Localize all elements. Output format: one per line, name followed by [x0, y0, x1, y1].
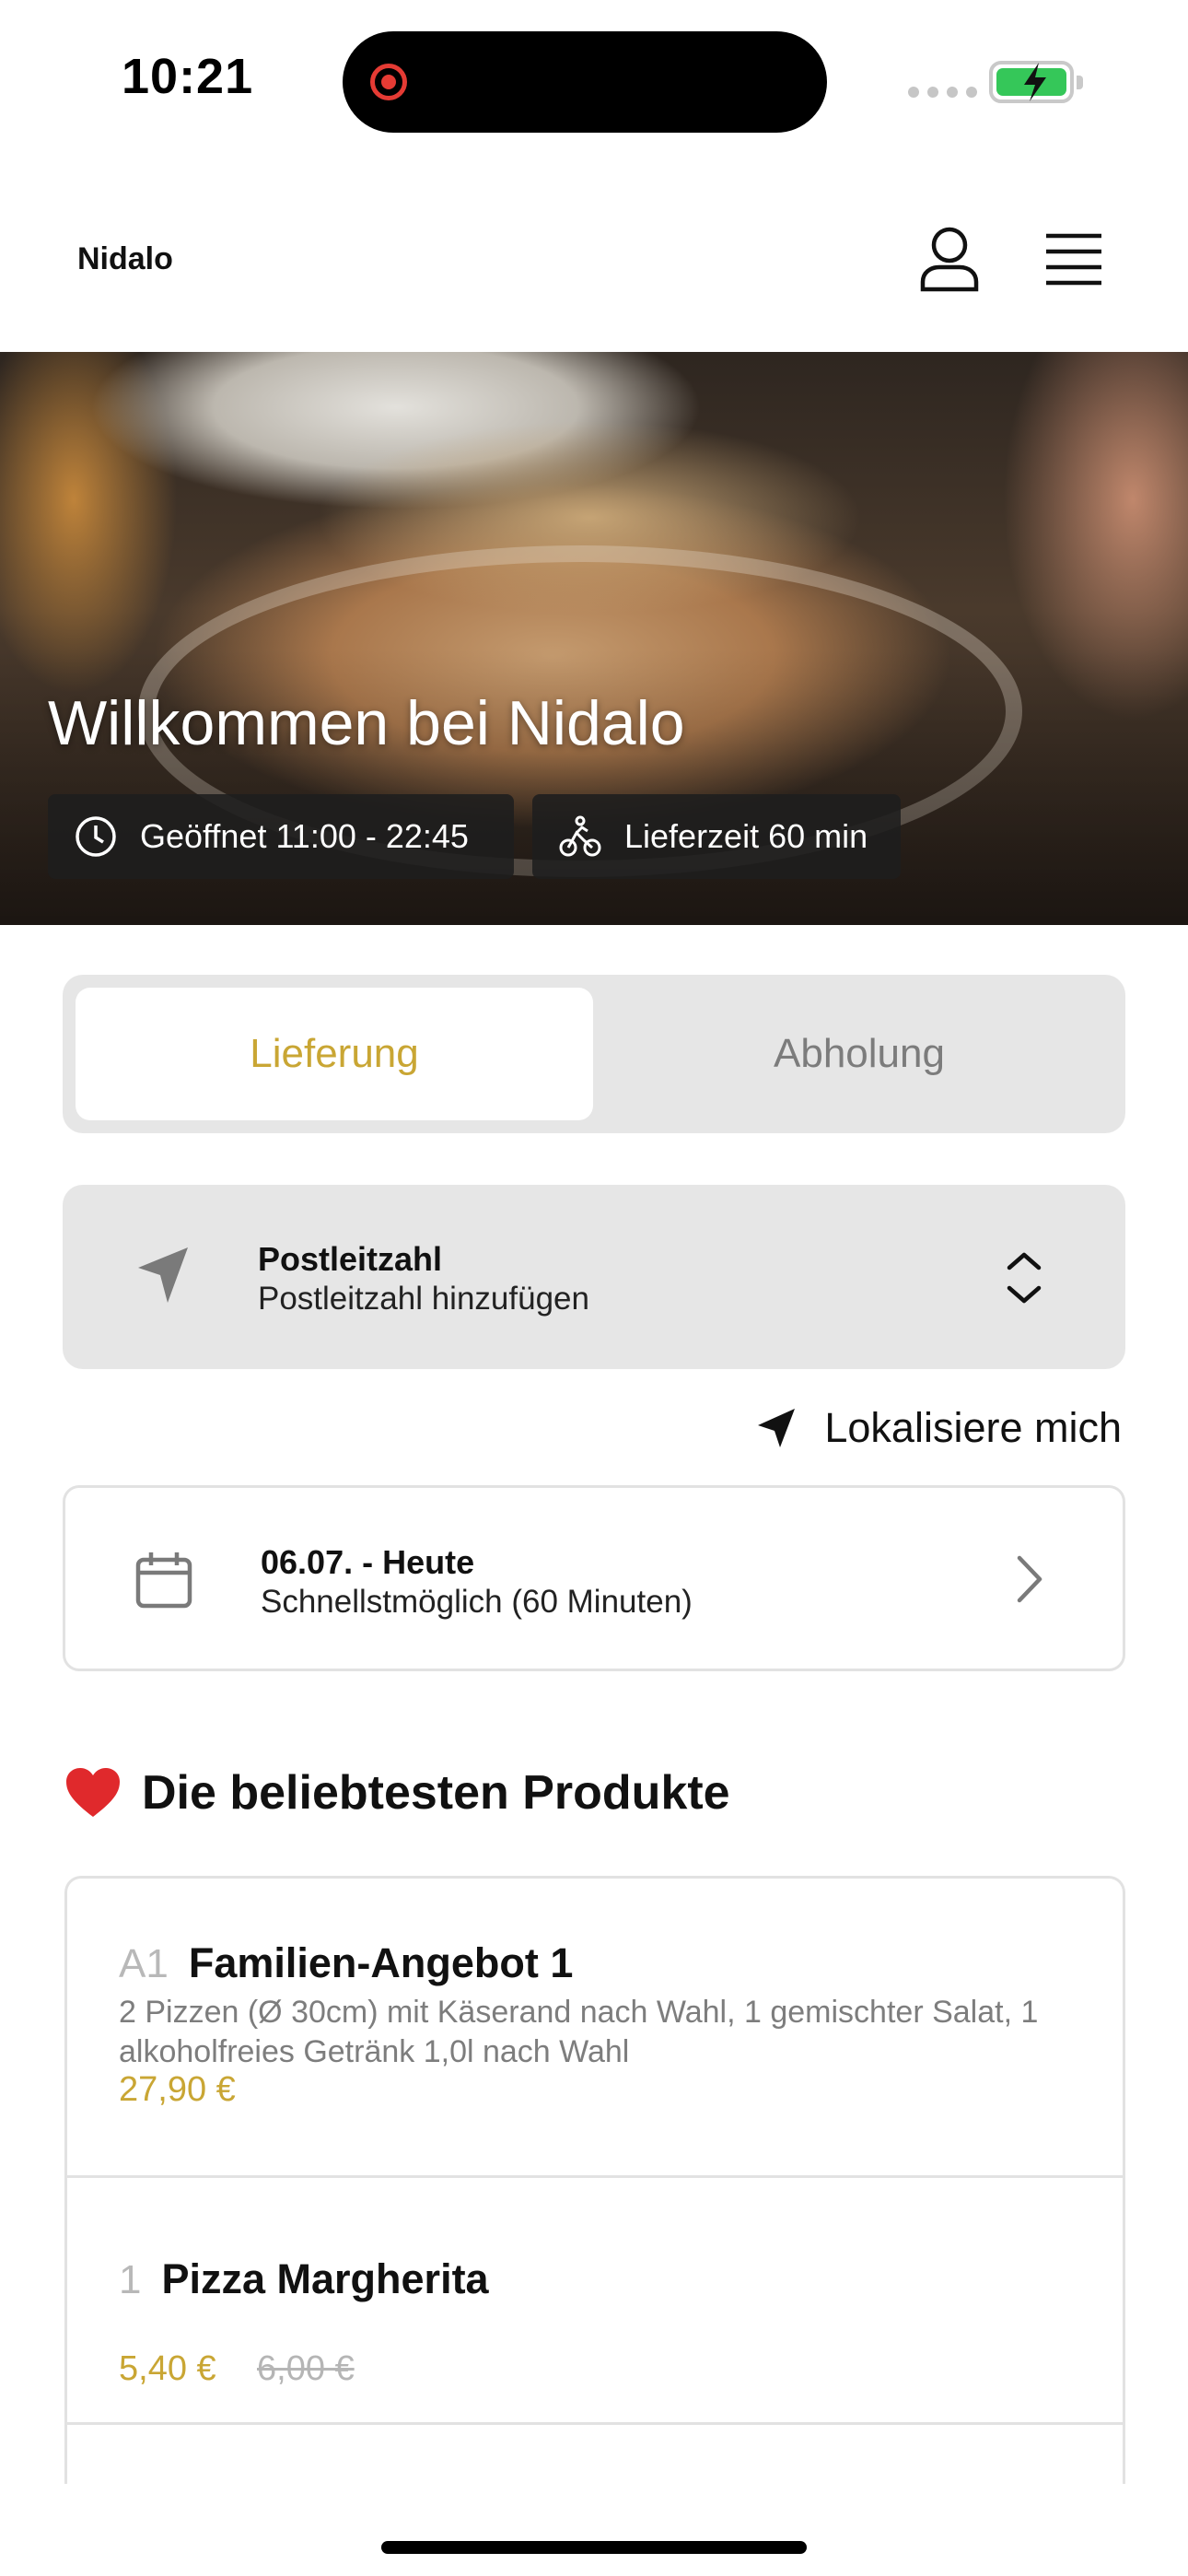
- product-item[interactable]: A1 Familien-Angebot 1 2 Pizzen (Ø 30cm) …: [67, 1879, 1123, 2178]
- delivery-time-text: Lieferzeit 60 min: [624, 817, 868, 855]
- tab-delivery[interactable]: Lieferung: [76, 988, 593, 1120]
- bike-icon: [559, 815, 601, 857]
- delivery-date: 06.07. - Heute: [261, 1543, 475, 1581]
- delivery-time-badge: Lieferzeit 60 min: [532, 794, 901, 879]
- location-arrow-icon: [758, 1409, 796, 1447]
- delivery-time: Schnellstmöglich (60 Minuten): [261, 1584, 693, 1620]
- chevron-up-down-icon: [1007, 1252, 1042, 1304]
- status-time: 10:21: [122, 49, 254, 104]
- user-icon: [920, 227, 979, 292]
- brand-name[interactable]: Nidalo: [77, 241, 173, 277]
- signal-icon: [908, 87, 977, 98]
- menu-button[interactable]: [1044, 232, 1103, 287]
- recording-indicator-icon: [370, 64, 407, 100]
- postal-code-label: Postleitzahl: [258, 1240, 443, 1278]
- account-button[interactable]: [917, 225, 982, 293]
- heart-icon: [66, 1768, 120, 1817]
- postal-code-placeholder: Postleitzahl hinzufügen: [258, 1281, 589, 1317]
- opening-hours-badge: Geöffnet 11:00 - 22:45: [48, 794, 514, 879]
- product-price: 5,40 €: [119, 2349, 216, 2388]
- product-item[interactable]: 1 Pizza Margherita 5,40 € 6,00 €: [67, 2178, 1123, 2425]
- order-mode-toggle: Lieferung Abholung: [63, 975, 1125, 1133]
- product-price: 27,90 €: [119, 2070, 236, 2109]
- navigation-arrow-icon: [138, 1247, 188, 1303]
- product-name: Pizza Margherita: [161, 2255, 489, 2302]
- app-header: Nidalo: [0, 157, 1188, 352]
- postal-code-field[interactable]: Postleitzahl Postleitzahl hinzufügen: [63, 1185, 1125, 1369]
- delivery-time-selector[interactable]: 06.07. - Heute Schnellstmöglich (60 Minu…: [63, 1485, 1125, 1671]
- product-number: A1: [119, 1941, 169, 1986]
- popular-products-heading: Die beliebtesten Produkte: [64, 1765, 730, 1821]
- calendar-icon: [135, 1552, 192, 1609]
- product-number: 1: [119, 2257, 142, 2302]
- hero-banner: Willkommen bei Nidalo Geöffnet 11:00 - 2…: [0, 352, 1188, 925]
- chevron-right-icon: [1017, 1555, 1042, 1603]
- locate-me-label: Lokalisiere mich: [824, 1404, 1122, 1451]
- locate-me-button[interactable]: Lokalisiere mich: [756, 1400, 1122, 1456]
- hero-title: Willkommen bei Nidalo: [48, 688, 685, 758]
- product-description: 2 Pizzen (Ø 30cm) mit Käserand nach Wahl…: [119, 1995, 1039, 2069]
- tab-pickup[interactable]: Abholung: [606, 988, 1112, 1120]
- home-indicator[interactable]: [381, 2541, 807, 2554]
- product-name: Familien-Angebot 1: [188, 1939, 574, 1986]
- clock-icon: [76, 816, 116, 857]
- popular-products-list: A1 Familien-Angebot 1 2 Pizzen (Ø 30cm) …: [64, 1876, 1125, 2484]
- menu-icon: [1046, 233, 1101, 286]
- product-old-price: 6,00 €: [257, 2349, 355, 2388]
- popular-products-title: Die beliebtesten Produkte: [142, 1766, 730, 1820]
- dynamic-island: [343, 31, 827, 133]
- status-bar: 10:21: [0, 0, 1188, 157]
- battery-icon: [989, 61, 1083, 103]
- opening-hours-text: Geöffnet 11:00 - 22:45: [140, 817, 469, 855]
